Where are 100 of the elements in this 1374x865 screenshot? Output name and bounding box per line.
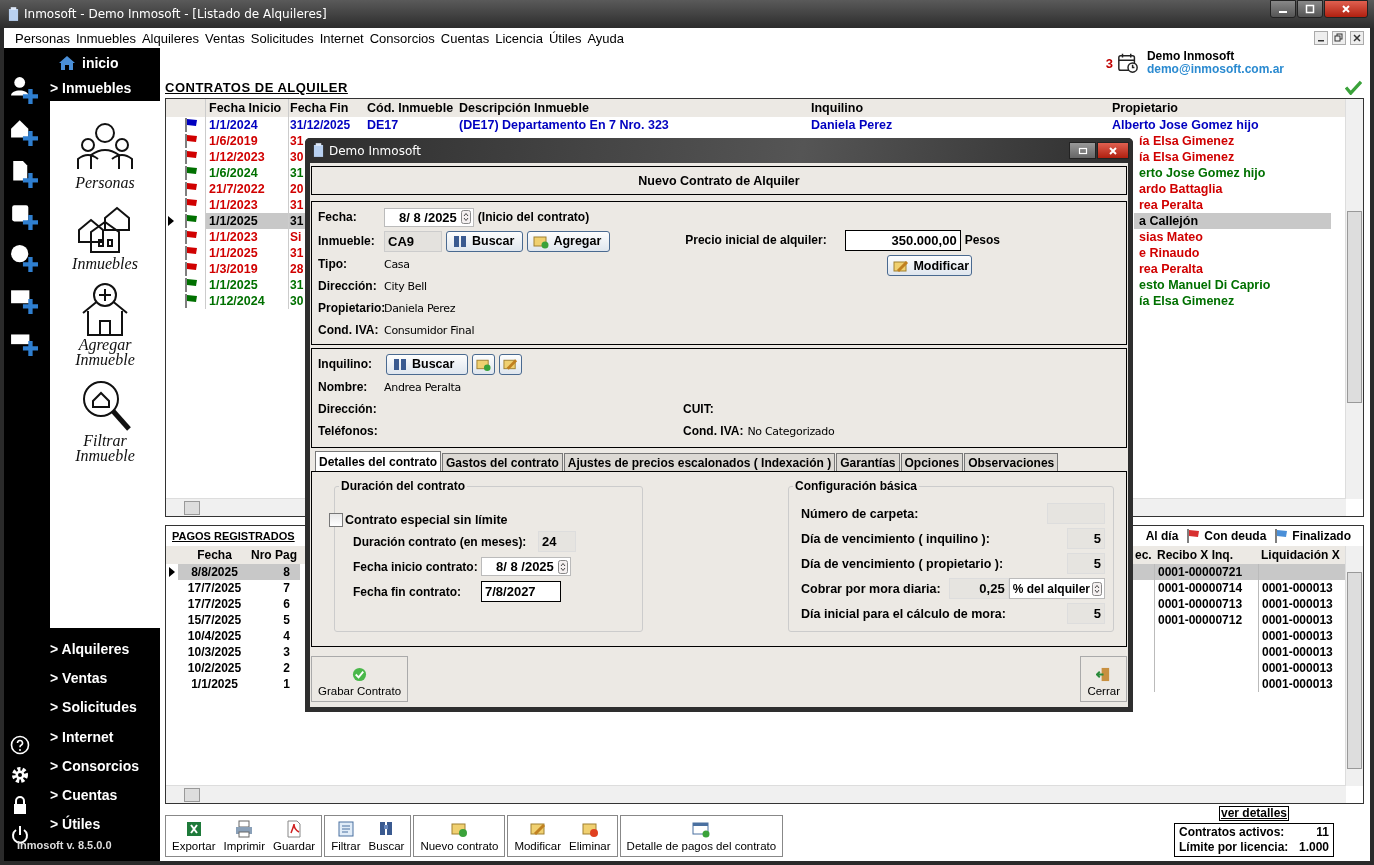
table-cell: 0001-000013 [1262, 629, 1333, 643]
table-cell: 0001-000013 [1262, 661, 1333, 675]
table-cell-text: ardo Battaglia [1138, 181, 1224, 197]
table-cell: 0001-00000712 [1158, 613, 1243, 627]
table-cell-text: e Rinaudo [1138, 245, 1201, 261]
table-cell-text: 10/3/2025 [186, 644, 243, 660]
table-cell-text: rea Peralta [1138, 261, 1204, 277]
field-label: Día de vencimiento ( propietario ): [801, 556, 1004, 571]
table-cell-text: erto Jose Gomez hijo [1138, 165, 1267, 181]
field-label: Inquilino: [318, 357, 373, 371]
group-title: Duración del contrato [339, 479, 467, 493]
legend-label: Al día [1145, 529, 1179, 543]
field-label: Cond. IVA: [318, 323, 380, 337]
table-cell: 0001-000013 [1262, 597, 1333, 611]
summary-label: Contratos activos: [1179, 825, 1285, 840]
table-cell: 0001-00000713 [1158, 597, 1243, 611]
field-value: Andrea Peralta [384, 380, 461, 394]
table-cell: a Callejón [1134, 213, 1331, 229]
table-cell: 0001-000013 [1262, 613, 1333, 627]
summary-value: 1.000 [1298, 840, 1329, 855]
field-label: Día inicial para el cálculo de mora: [801, 606, 1006, 621]
summary-label: Límite por licencia: [1179, 840, 1289, 855]
table-cell-text: 5 [282, 612, 291, 628]
table-cell: 1/6/2024 [205, 165, 288, 181]
table-cell-text: sias Mateo [1138, 229, 1204, 245]
legend-label: Con deuda [1204, 529, 1267, 543]
reminder-count: 3 [1105, 55, 1113, 71]
shortcut-label: Filtrar Inmueble [74, 432, 136, 463]
field-label: Fecha: [318, 210, 358, 224]
field-value: No Categorizado [747, 424, 835, 438]
table-cell-text: (DE17) Departamento En 7 Nro. 323 [458, 117, 670, 133]
table-cell-text: 1 [282, 676, 291, 692]
table-cell-text: 15/7/2025 [186, 612, 243, 628]
section-title: CONTRATOS DE ALQUILER [165, 80, 348, 95]
table-cell: 0001-000013 [1262, 581, 1333, 595]
table-cell-text: 3 [282, 644, 291, 660]
table-cell-text: 4 [282, 628, 291, 644]
field-value: City Bell [384, 279, 427, 293]
field-note: (Inicio del contrato) [477, 210, 590, 224]
table-cell-text: esto Manuel Di Caprio [1138, 277, 1272, 293]
legend-label: Finalizado [1292, 529, 1351, 543]
table-cell-text: ía Elsa Gimenez [1138, 133, 1236, 149]
table-cell: 0001-000013 [1262, 677, 1333, 691]
window-title: Inmosoft - Demo Inmosoft - [Listado de Alquileres] [24, 7, 327, 21]
field-label: CUIT: [683, 402, 714, 416]
summary-value: 11 [1316, 825, 1329, 840]
field-label: Nombre: [318, 380, 369, 394]
table-cell: 1/1/2024 [205, 117, 288, 133]
table-cell: 1/1/2025 [205, 213, 288, 229]
table-cell: 1/1/2025 [205, 277, 288, 293]
shortcut-label: Inmuebles [71, 255, 139, 271]
table-cell: 8/8/2025 [178, 564, 248, 580]
field-label: Teléfonos: [318, 424, 379, 438]
table-cell: 0001-000013 [1262, 645, 1333, 659]
table-cell: 1/12/2024 [205, 293, 288, 309]
field-label: Número de carpeta: [801, 506, 919, 521]
table-cell: 1/3/2019 [205, 261, 288, 277]
table-cell-text: ía Elsa Gimenez [1138, 149, 1236, 165]
table-cell-text: 6 [282, 596, 291, 612]
field-label: Fecha fin contrato: [353, 584, 462, 599]
table-cell-text: 17/7/2025 [186, 596, 243, 612]
table-cell-text: 10/2/2025 [186, 660, 243, 676]
dialog-heading: Nuevo Contrato de Alquiler [311, 166, 1127, 195]
field-label: Día de vencimiento ( inquilino ): [801, 531, 990, 546]
table-cell: 1/6/2019 [205, 133, 288, 149]
shortcut-label: Agregar Inmueble [74, 336, 136, 367]
field-label: Fecha inicio contrato: [353, 559, 479, 574]
field-value: Casa [384, 257, 410, 271]
table-cell: 31/12/2025 [288, 117, 364, 133]
table-cell-text: Daniela Perez [810, 117, 894, 133]
table-cell-text: Alberto Jose Gomez hijo [1111, 117, 1260, 133]
table-cell: 0001-00000714 [1158, 581, 1243, 595]
field-label: Cobrar por mora diaria: [801, 581, 941, 596]
currency-label: Pesos [964, 233, 1000, 247]
home-label: inicio [82, 54, 119, 71]
table-cell-text: 17/7/2025 [186, 580, 243, 596]
field-label: Duración contrato (en meses): [353, 534, 528, 549]
table-cell-text: rea Peralta [1138, 197, 1204, 213]
table-cell-text: 1/1/2025 [190, 676, 239, 692]
table-cell-text: ía Elsa Gimenez [1138, 293, 1236, 309]
table-cell-text: 10/4/2025 [186, 628, 243, 644]
table-cell: 21/7/2022 [205, 181, 288, 197]
table-cell-text: DE17 [366, 117, 400, 133]
field-label: Precio inicial de alquiler: [685, 233, 827, 247]
group-title: Configuración básica [793, 479, 920, 493]
field-label: Cond. IVA: [683, 424, 744, 438]
table-cell: 0001-00000721 [1158, 565, 1243, 579]
table-cell: 1/1/2023 [205, 229, 288, 245]
field-label: Dirección: [318, 402, 378, 416]
table-cell: 1/1/2025 [205, 245, 288, 261]
section-title: PAGOS REGISTRADOS [172, 530, 295, 542]
field-value: Daniela Perez [384, 301, 456, 315]
table-cell-text: 2 [282, 660, 291, 676]
field-value: Consumidor Final [384, 323, 475, 337]
table-cell: 8 [248, 564, 300, 580]
table-cell-text: 7 [282, 580, 291, 596]
shortcut-label: Personas [74, 174, 136, 190]
table-cell: 1/12/2023 [205, 149, 288, 165]
version-label: Inmosoft v. 8.5.0.0 [17, 839, 113, 853]
user-name: Demo Inmosoft [1146, 50, 1236, 63]
